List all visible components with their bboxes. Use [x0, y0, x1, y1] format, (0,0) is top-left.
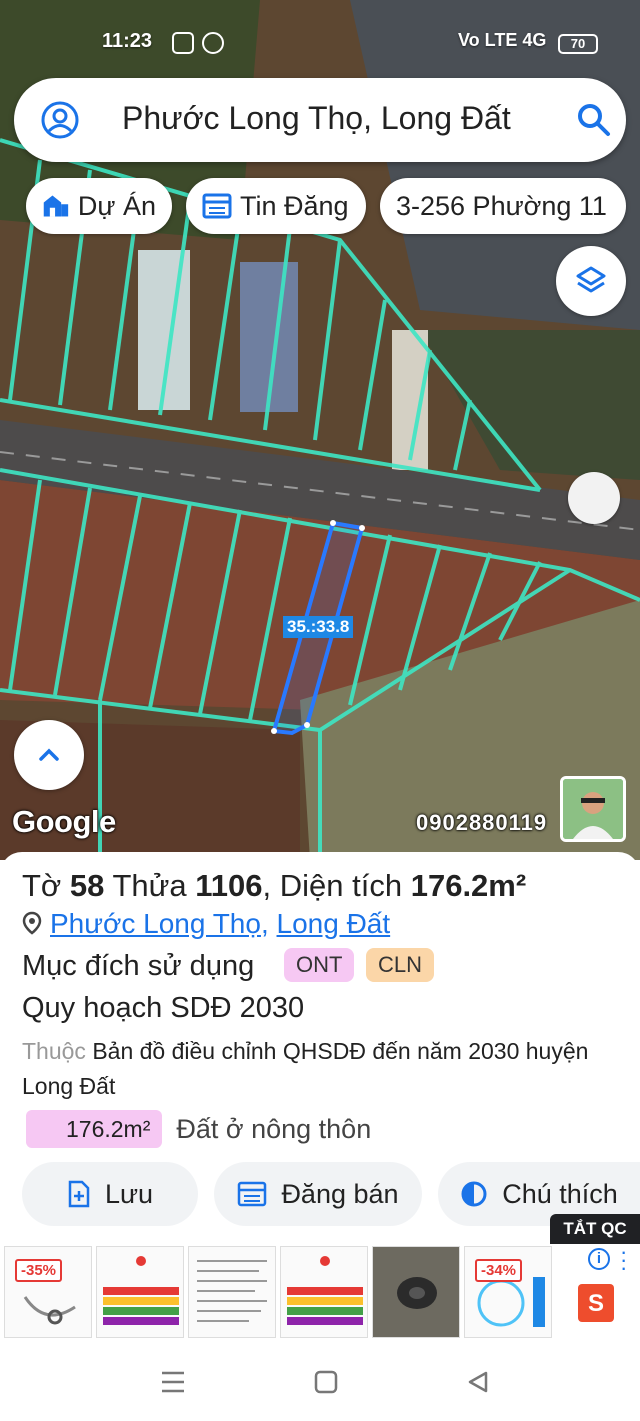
scroll-handle[interactable]: [568, 472, 620, 524]
tag-cln[interactable]: CLN: [366, 948, 435, 982]
ad-strip: -35% -34% i · · · S: [0, 1241, 640, 1342]
listing-icon: [202, 193, 232, 219]
chevron-up-icon: [39, 748, 59, 761]
belongs-value: Bản đồ điều chỉnh QHSDĐ đến năm 2030 huy…: [22, 1038, 589, 1099]
parcel-summary: Tờ 58 Thửa 1106, Diện tích 176.2m²: [22, 868, 527, 903]
discount-badge: -35%: [15, 1259, 63, 1282]
network-indicator: Vo LTE 4G: [458, 30, 547, 50]
back-icon[interactable]: [466, 1370, 490, 1394]
zoning-area-pill: 176.2m²: [26, 1110, 163, 1148]
ward-link[interactable]: Phước Long Thọ: [50, 908, 261, 939]
thua-label: Thửa: [112, 868, 187, 903]
area-label: Diện tích: [279, 868, 403, 903]
location-pin-icon: [22, 911, 42, 935]
chip-label: Dự Án: [77, 190, 156, 221]
chip-du-an[interactable]: Dự Án: [26, 178, 172, 234]
post-sale-button[interactable]: Đăng bán: [214, 1162, 422, 1226]
avatar[interactable]: [560, 776, 626, 842]
ad-image: [373, 1247, 459, 1337]
parcel-info-panel: Tờ 58 Thửa 1106, Diện tích 176.2m² Phước…: [0, 852, 640, 1242]
ad-image: [197, 1260, 267, 1322]
recent-apps-icon[interactable]: [160, 1370, 186, 1394]
zoning-description: Đất ở nông thôn: [176, 1113, 372, 1144]
chip-tin-dang[interactable]: Tin Đăng: [186, 178, 366, 234]
area-value: 176.2m²: [410, 868, 527, 903]
home-icon[interactable]: [314, 1370, 338, 1394]
ad-image: [103, 1256, 179, 1325]
discount-badge: -34%: [475, 1259, 523, 1282]
notification-icon: [172, 32, 194, 54]
chip-label: 3-256 Phường 11: [396, 190, 607, 221]
battery-indicator: 70: [558, 34, 598, 54]
save-label: Lưu: [104, 1178, 154, 1209]
layers-button[interactable]: [556, 246, 626, 316]
listing-icon: [238, 1181, 267, 1207]
status-time: 11:23: [102, 30, 153, 52]
parcel-location: Phước Long Thọ, Long Đất: [22, 908, 390, 940]
post-sale-label: Đăng bán: [281, 1178, 399, 1209]
contact-phone[interactable]: 0902880119: [416, 810, 547, 836]
ad-item[interactable]: [96, 1246, 184, 1338]
ad-image: [287, 1256, 363, 1325]
legend-label: Chú thích: [502, 1178, 618, 1209]
search-icon[interactable]: [576, 102, 612, 138]
more-options-icon[interactable]: · · ·: [620, 1241, 627, 1279]
ad-item[interactable]: [372, 1246, 460, 1338]
purpose-label: Mục đích sử dụng: [22, 950, 255, 982]
search-query[interactable]: Phước Long Thọ, Long Đất: [122, 100, 511, 137]
layers-icon: [576, 266, 606, 293]
add-file-icon: [68, 1180, 90, 1208]
ad-item[interactable]: -34%: [464, 1246, 552, 1338]
face-icon: [202, 32, 224, 54]
tag-ont[interactable]: ONT: [284, 948, 355, 982]
to-value: 58: [69, 868, 105, 903]
google-attribution: Google: [12, 804, 116, 839]
status-bar: 11:23 Vo LTE 4G 70: [0, 26, 640, 62]
shopee-logo-icon[interactable]: S: [578, 1284, 614, 1322]
system-navigation-bar: [0, 1342, 640, 1421]
district-link[interactable]: Long Đất: [277, 908, 391, 939]
belongs-label: Thuộc: [22, 1038, 86, 1064]
chip-phuong-11[interactable]: 3-256 Phường 11: [380, 178, 626, 234]
expand-up-button[interactable]: [14, 720, 84, 790]
parcel-dimension-label: 35.:33.8: [283, 616, 354, 638]
chip-label: Tin Đăng: [240, 190, 349, 221]
plan-title: Quy hoạch SDĐ 2030: [22, 992, 305, 1024]
ad-item[interactable]: -35%: [4, 1246, 92, 1338]
search-bar[interactable]: Phước Long Thọ, Long Đất: [14, 78, 626, 162]
thua-value: 1106: [195, 868, 263, 903]
zoning-row: 176.2m² Đất ở nông thôn: [26, 1110, 371, 1148]
ad-item[interactable]: [280, 1246, 368, 1338]
ad-item[interactable]: [188, 1246, 276, 1338]
account-icon[interactable]: [40, 100, 80, 140]
contrast-icon: [461, 1181, 487, 1207]
ad-info-icon[interactable]: i: [588, 1248, 610, 1270]
to-label: Tờ: [22, 868, 62, 903]
save-button[interactable]: Lưu: [22, 1162, 198, 1226]
plan-source: Thuộc Bản đồ điều chỉnh QHSDĐ đến năm 20…: [22, 1034, 612, 1104]
map-view[interactable]: 35.:33.8 11:23 Vo LTE 4G 70 Phước Long T…: [0, 0, 640, 860]
building-icon: [43, 195, 69, 217]
